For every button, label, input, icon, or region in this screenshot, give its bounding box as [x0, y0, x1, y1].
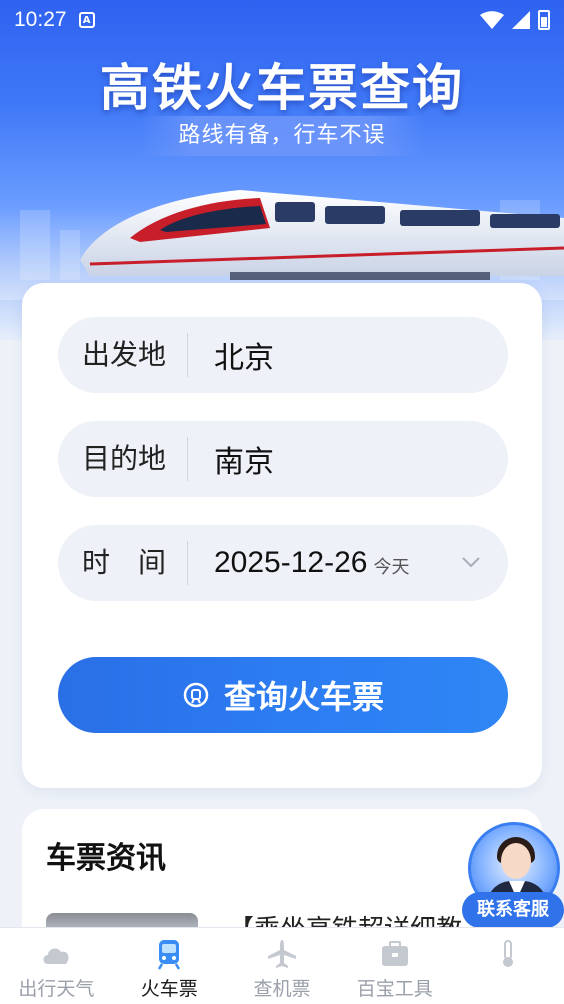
bottom-tab-bar: 出行天气 火车票 查机票 百宝工具: [0, 927, 564, 1004]
search-button-label: 查询火车票: [223, 678, 384, 716]
tab-weather[interactable]: 出行天气: [0, 928, 113, 1004]
wifi-icon: [480, 11, 504, 29]
battery-icon: [538, 10, 550, 30]
date-label: 时 间: [58, 541, 188, 585]
notification-a-icon: A: [78, 12, 95, 28]
tab-more[interactable]: [451, 928, 564, 1004]
customer-service-button[interactable]: 联系客服: [462, 822, 564, 928]
tab-tools-label: 百宝工具: [356, 978, 433, 1000]
search-tickets-button[interactable]: 查询火车票: [58, 657, 508, 733]
origin-value[interactable]: 北京: [188, 333, 274, 377]
hero-subtitle: 路线有备，行车不误: [140, 116, 424, 156]
status-bar: 10:27 A: [0, 0, 564, 40]
tab-weather-label: 出行天气: [18, 978, 95, 1000]
tab-tools[interactable]: 百宝工具: [338, 928, 451, 1004]
destination-field[interactable]: 目的地 南京: [58, 421, 508, 497]
date-value[interactable]: 2025-12-26: [188, 546, 367, 580]
tab-train-label: 火车票: [140, 978, 198, 1000]
hero-title: 高铁火车票查询: [100, 59, 464, 117]
search-card: 出发地 北京 目的地 南京 时 间 2025-12-26 今天 查询火车票: [22, 283, 542, 788]
high-speed-train-illustration: [80, 190, 564, 280]
news-title: 车票资讯: [46, 841, 166, 876]
tab-flights-label: 查机票: [253, 978, 311, 1000]
status-time: 10:27: [14, 8, 67, 31]
date-today-hint: 今天: [373, 557, 410, 578]
train-round-icon: [183, 682, 209, 708]
destination-label: 目的地: [58, 437, 188, 481]
airplane-icon: [267, 940, 296, 968]
date-field[interactable]: 时 间 2025-12-26 今天: [58, 525, 508, 601]
destination-value[interactable]: 南京: [188, 437, 274, 481]
cloud-icon: [43, 948, 69, 964]
tab-flights[interactable]: 查机票: [226, 928, 339, 1004]
toolbox-icon: [381, 941, 408, 966]
train-icon: [158, 940, 181, 970]
origin-label: 出发地: [58, 333, 188, 377]
tab-train-tickets[interactable]: 火车票: [113, 928, 226, 1004]
thermometer-icon: [502, 940, 513, 967]
origin-field[interactable]: 出发地 北京: [58, 317, 508, 393]
chevron-down-icon[interactable]: [460, 551, 482, 573]
signal-icon: [512, 11, 530, 29]
customer-service-label: 联系客服: [462, 892, 564, 928]
